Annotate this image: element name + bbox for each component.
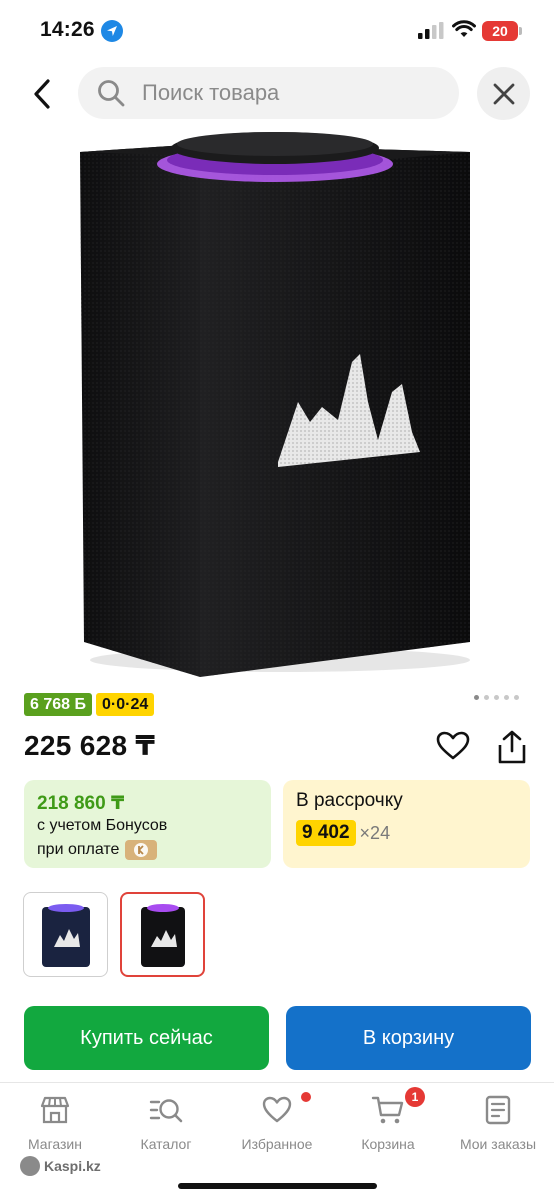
share-button[interactable] <box>496 729 528 770</box>
cart-icon <box>371 1096 404 1124</box>
orders-icon <box>485 1095 511 1125</box>
kaspi-logo-icon <box>20 1156 40 1176</box>
tab-label: Избранное <box>241 1136 313 1152</box>
installment-months: ×24 <box>359 822 391 843</box>
kaspi-brand: Kaspi.kz <box>20 1156 101 1176</box>
installment-monthly: 9 402 <box>296 820 356 846</box>
favorites-dot <box>301 1092 311 1102</box>
pagination-dot <box>474 695 479 700</box>
pagination-dot <box>514 695 519 700</box>
shop-icon <box>40 1096 70 1124</box>
tab-label: Мои заказы <box>459 1136 537 1152</box>
catalog-search-icon <box>149 1099 183 1123</box>
pagination-dot <box>504 695 509 700</box>
promo-badges: 6 768 Б 0·0·24 <box>24 693 155 716</box>
bonus-note-text: при оплате <box>37 841 120 858</box>
search-input[interactable] <box>142 80 422 106</box>
heart-icon <box>436 731 470 760</box>
bonus-price: 218 860 ₸ <box>37 793 125 814</box>
wifi-icon <box>452 20 476 45</box>
installment-card[interactable]: В рассрочку 9 402 ×24 <box>283 780 530 868</box>
gallery-pagination <box>474 695 519 700</box>
favorite-button[interactable] <box>436 731 470 766</box>
product-image[interactable] <box>60 122 500 687</box>
tab-shop[interactable]: Магазин <box>0 1093 110 1152</box>
tab-favorites[interactable]: Избранное <box>222 1092 332 1152</box>
bonus-badge: 6 768 Б <box>24 693 92 716</box>
battery-cap <box>519 27 522 35</box>
tab-label: Магазин <box>27 1136 82 1152</box>
tab-orders[interactable]: Мои заказы <box>443 1093 553 1152</box>
cart-count-badge: 1 <box>405 1087 425 1107</box>
close-icon <box>493 83 514 104</box>
bonus-note-line1: с учетом Бонусов <box>37 817 168 834</box>
pagination-dot <box>484 695 489 700</box>
location-arrow-icon <box>101 20 123 42</box>
bonus-note-line2: при оплате <box>37 840 158 860</box>
variant-thumb-black[interactable] <box>120 892 205 977</box>
installment-badge: 0·0·24 <box>95 693 155 716</box>
status-time: 14:26 <box>40 18 95 41</box>
installment-title: В рассрочку <box>296 790 403 811</box>
battery-indicator: 20 <box>482 21 518 41</box>
product-price: 225 628 ₸ <box>24 730 156 761</box>
tab-label: Каталог <box>140 1136 192 1152</box>
buy-now-button[interactable]: Купить сейчас <box>24 1006 269 1070</box>
search-icon <box>98 80 125 107</box>
bonus-price-card[interactable]: 218 860 ₸ с учетом Бонусов при оплате <box>24 780 271 868</box>
tab-label: Корзина <box>361 1136 415 1152</box>
pagination-dot <box>494 695 499 700</box>
back-button[interactable] <box>22 72 62 116</box>
brand-text: Kaspi.kz <box>44 1158 101 1174</box>
add-to-cart-button[interactable]: В корзину <box>286 1006 531 1070</box>
cellular-signal-icon <box>418 22 446 40</box>
chevron-left-icon <box>34 79 50 109</box>
search-bar[interactable] <box>78 67 459 119</box>
status-bar: 14:26 20 <box>0 0 554 60</box>
variant-thumb-blue[interactable] <box>23 892 108 977</box>
share-icon <box>498 730 526 764</box>
tab-cart[interactable]: 1 Корзина <box>333 1087 443 1152</box>
installment-row: 9 402 ×24 <box>296 820 390 846</box>
heart-icon <box>262 1096 292 1123</box>
kaspi-gold-icon <box>125 840 158 860</box>
close-button[interactable] <box>477 67 530 120</box>
tab-catalog[interactable]: Каталог <box>111 1093 221 1152</box>
home-indicator[interactable] <box>178 1183 377 1189</box>
